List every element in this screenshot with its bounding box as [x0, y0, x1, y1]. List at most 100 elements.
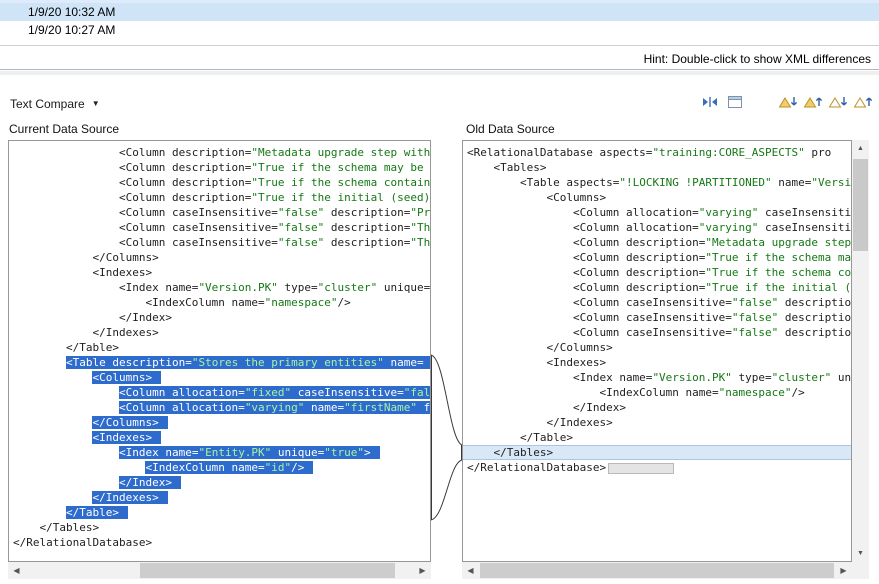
- code-line[interactable]: <Column caseInsensitive="false" descript…: [13, 205, 430, 220]
- diff-connector-area: [431, 140, 462, 562]
- highlighted-change[interactable]: <Table description="Stores the primary e…: [66, 356, 431, 369]
- vertical-scrollbar-thumb[interactable]: [853, 159, 868, 251]
- compare-mode-dropdown[interactable]: Text Compare ▼: [10, 97, 100, 111]
- code-line[interactable]: </Index>: [13, 310, 430, 325]
- code-line[interactable]: </Tables>: [463, 445, 851, 460]
- next-difference-button[interactable]: [776, 92, 798, 112]
- code-line[interactable]: </Indexes>: [13, 325, 430, 340]
- highlighted-change[interactable]: <Column allocation="fixed" caseInsensiti…: [119, 386, 431, 399]
- code-line[interactable]: <Column allocation="varying" name="first…: [13, 400, 430, 415]
- history-timestamp: 1/9/20 10:27 AM: [28, 23, 115, 37]
- highlighted-change[interactable]: <Indexes>: [92, 431, 161, 444]
- code-line[interactable]: </Index>: [13, 475, 430, 490]
- code-line[interactable]: <Column description="True if the schema …: [467, 265, 851, 280]
- pane-headers: Current Data Source Old Data Source: [0, 118, 879, 140]
- code-line[interactable]: </Index>: [467, 400, 851, 415]
- code-line[interactable]: <Table aspects="!LOCKING !PARTITIONED" n…: [467, 175, 851, 190]
- code-line[interactable]: </Columns>: [13, 415, 430, 430]
- right-horizontal-scrollbar-thumb[interactable]: [480, 563, 834, 578]
- previous-change-icon: [853, 95, 872, 110]
- scroll-right-arrow-icon[interactable]: ▶: [835, 562, 852, 579]
- code-line[interactable]: <Indexes>: [13, 430, 430, 445]
- code-line[interactable]: <Indexes>: [467, 355, 851, 370]
- highlighted-change[interactable]: </Indexes>: [92, 491, 167, 504]
- code-line[interactable]: </Table>: [13, 505, 430, 520]
- swap-views-button[interactable]: [699, 92, 721, 112]
- highlighted-change[interactable]: <Index name="Entity.PK" unique="true">: [119, 446, 380, 459]
- code-line[interactable]: <Index name="Version.PK" type="cluster" …: [467, 370, 851, 385]
- highlighted-change[interactable]: </Table>: [66, 506, 128, 519]
- scrollbar-corner: [852, 562, 869, 579]
- right-horizontal-scrollbar[interactable]: ◀ ▶: [462, 562, 852, 579]
- code-line[interactable]: <Index name="Version.PK" type="cluster" …: [13, 280, 430, 295]
- hint-text: Hint: Double-click to show XML differenc…: [644, 52, 871, 66]
- code-line[interactable]: <Columns>: [13, 370, 430, 385]
- highlighted-change[interactable]: <Column allocation="varying" name="first…: [119, 401, 431, 414]
- previous-difference-icon: [803, 95, 822, 110]
- scroll-right-arrow-icon[interactable]: ▶: [414, 562, 431, 579]
- code-line[interactable]: <Column description="Metadata upgrade st…: [13, 145, 430, 160]
- code-line[interactable]: <Column allocation="varying" caseInsensi…: [467, 205, 851, 220]
- code-line[interactable]: <Column caseInsensitive="false" descript…: [13, 220, 430, 235]
- code-line[interactable]: <Column caseInsensitive="false" descript…: [467, 310, 851, 325]
- list-item[interactable]: 1/9/20 10:32 AM: [0, 3, 879, 21]
- code-line[interactable]: <Column description="True if the schema …: [467, 250, 851, 265]
- code-line[interactable]: <Column description="True if the initial…: [13, 190, 430, 205]
- empty-change-marker: [608, 463, 674, 474]
- left-pane-title: Current Data Source: [9, 122, 119, 136]
- code-line[interactable]: <Column allocation="fixed" caseInsensiti…: [13, 385, 430, 400]
- code-line[interactable]: <IndexColumn name="namespace"/>: [467, 385, 851, 400]
- show-pane-button[interactable]: [724, 92, 746, 112]
- right-code-pane[interactable]: <RelationalDatabase aspects="training:CO…: [462, 140, 852, 562]
- scroll-left-arrow-icon[interactable]: ◀: [8, 562, 25, 579]
- code-line[interactable]: <Column description="True if the schema …: [13, 175, 430, 190]
- code-line[interactable]: <IndexColumn name="id"/>: [13, 460, 430, 475]
- code-line[interactable]: <Tables>: [467, 160, 851, 175]
- scroll-down-arrow-icon[interactable]: ▼: [852, 545, 869, 562]
- horizontal-scrollbar-row: ◀ ▶ ◀ ▶: [0, 562, 879, 580]
- code-line[interactable]: </RelationalDatabase>: [13, 535, 430, 550]
- scroll-left-arrow-icon[interactable]: ◀: [462, 562, 479, 579]
- highlighted-change[interactable]: </Index>: [119, 476, 181, 489]
- compare-toolbar: Text Compare ▼: [0, 75, 879, 118]
- highlighted-change[interactable]: <IndexColumn name="id"/>: [145, 461, 313, 474]
- code-line[interactable]: </Table>: [467, 430, 851, 445]
- code-line[interactable]: <Column caseInsensitive="false" descript…: [467, 295, 851, 310]
- left-code-pane[interactable]: <Column description="Metadata upgrade st…: [8, 140, 431, 562]
- code-line[interactable]: <Column description="Metadata upgrade st…: [467, 235, 851, 250]
- code-line[interactable]: <Column caseInsensitive="false" descript…: [467, 325, 851, 340]
- code-line[interactable]: <Index name="Entity.PK" unique="true">: [13, 445, 430, 460]
- code-line[interactable]: <Table description="Stores the primary e…: [13, 355, 430, 370]
- code-line[interactable]: </Indexes>: [13, 490, 430, 505]
- code-line[interactable]: <Column allocation="varying" caseInsensi…: [467, 220, 851, 235]
- code-line[interactable]: </RelationalDatabase>: [467, 460, 851, 475]
- list-item[interactable]: 1/9/20 10:27 AM: [0, 21, 879, 39]
- left-horizontal-scrollbar-thumb[interactable]: [140, 563, 395, 578]
- code-line[interactable]: </Columns>: [13, 250, 430, 265]
- code-line[interactable]: </Table>: [13, 340, 430, 355]
- code-line[interactable]: <Indexes>: [13, 265, 430, 280]
- code-line[interactable]: <Column description="True if the schema …: [13, 160, 430, 175]
- code-line[interactable]: <RelationalDatabase aspects="training:CO…: [467, 145, 851, 160]
- diff-connector-lines: [431, 140, 462, 562]
- highlighted-change[interactable]: <Columns>: [92, 371, 161, 384]
- chevron-down-icon: ▼: [92, 100, 100, 108]
- previous-change-button[interactable]: [851, 92, 873, 112]
- next-change-icon: [828, 95, 847, 110]
- left-horizontal-scrollbar[interactable]: ◀ ▶: [8, 562, 431, 579]
- code-line[interactable]: </Tables>: [13, 520, 430, 535]
- next-change-button[interactable]: [826, 92, 848, 112]
- scroll-up-arrow-icon[interactable]: ▲: [852, 140, 869, 157]
- code-line[interactable]: <Column description="True if the initial…: [467, 280, 851, 295]
- xml-compare-window: 1/9/20 10:32 AM 1/9/20 10:27 AM Hint: Do…: [0, 0, 879, 584]
- vertical-scrollbar[interactable]: ▲ ▼: [852, 140, 869, 562]
- code-line[interactable]: <Column caseInsensitive="false" descript…: [13, 235, 430, 250]
- compare-body: <Column description="Metadata upgrade st…: [0, 140, 879, 562]
- code-line[interactable]: </Indexes>: [467, 415, 851, 430]
- highlighted-change[interactable]: </Columns>: [92, 416, 167, 429]
- previous-difference-button[interactable]: [801, 92, 823, 112]
- code-line[interactable]: <IndexColumn name="namespace"/>: [13, 295, 430, 310]
- code-line[interactable]: </Columns>: [467, 340, 851, 355]
- code-line[interactable]: <Columns>: [467, 190, 851, 205]
- compare-mode-label: Text Compare: [10, 97, 85, 111]
